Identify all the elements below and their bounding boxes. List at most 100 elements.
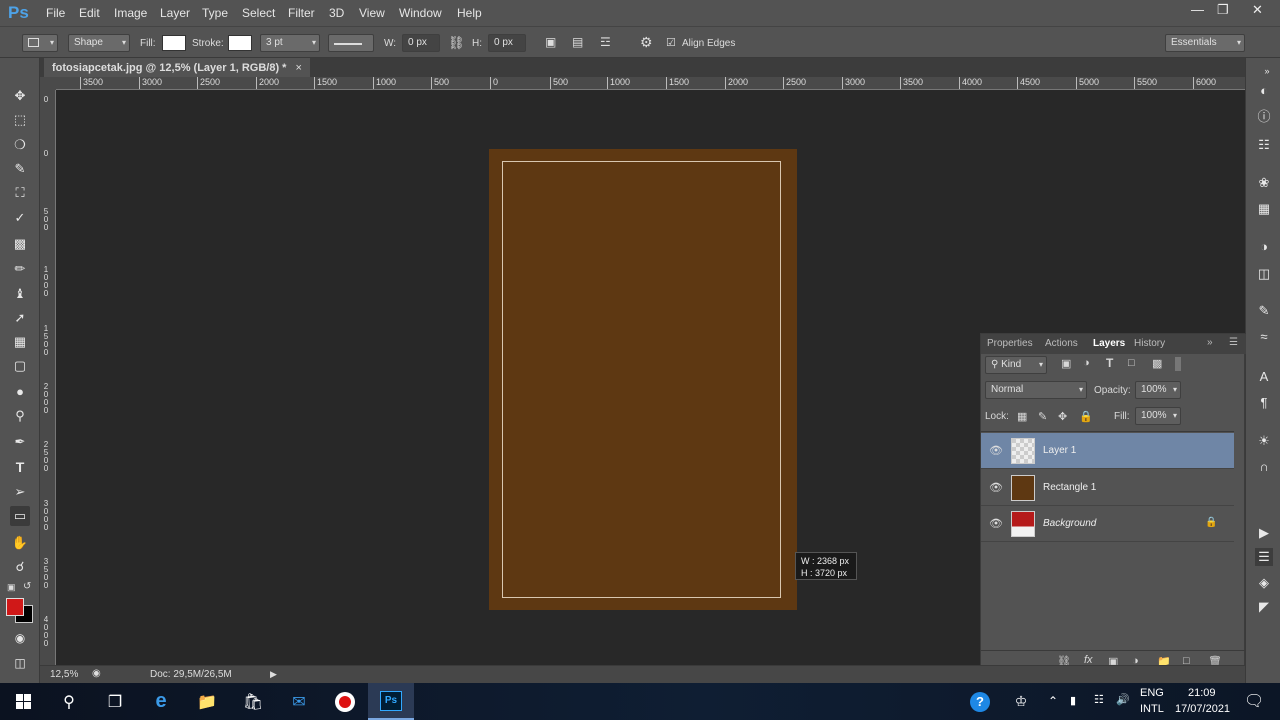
path-arrangement-icon[interactable]: ☲ — [600, 35, 611, 49]
notifications-icon[interactable]: 🗨 — [1244, 691, 1264, 711]
shape-filter-icon[interactable]: □ — [1128, 357, 1135, 369]
rectangle-tool-icon[interactable]: ▭ — [10, 506, 30, 526]
character-panel-icon[interactable]: A — [1255, 368, 1273, 386]
path-operations-icon[interactable]: ▣ — [545, 35, 556, 49]
filter-kind-select[interactable]: ⚲ Kind ▾ — [985, 356, 1047, 374]
stroke-size-select[interactable]: 3 pt ▾ — [260, 34, 320, 52]
lock-transparent-icon[interactable]: ▦ — [1017, 410, 1027, 423]
volume-icon[interactable]: 🔊 — [1116, 693, 1130, 706]
menu-help[interactable]: Help — [457, 6, 482, 20]
tab-properties[interactable]: Properties — [987, 338, 1033, 349]
menu-type[interactable]: Type — [202, 6, 228, 20]
quick-selection-tool-icon[interactable]: ✎ — [10, 159, 30, 179]
stroke-type-select[interactable] — [328, 34, 374, 52]
menu-3d[interactable]: 3D — [329, 6, 344, 20]
panel-menu-icon[interactable]: ☰ — [1229, 337, 1238, 348]
file-explorer-icon[interactable]: 📁 — [184, 683, 230, 720]
zoom-tool-icon[interactable]: ☌ — [10, 557, 30, 577]
timeline-panel-icon[interactable]: ∩ — [1255, 458, 1273, 476]
blur-tool-icon[interactable]: ● — [10, 381, 30, 401]
play-actions-icon[interactable]: ▶ — [1255, 524, 1273, 542]
language-label[interactable]: ENG — [1140, 687, 1164, 699]
fill-input[interactable]: 100% ▾ — [1135, 407, 1181, 425]
swap-colors-icon[interactable]: ↺ — [23, 581, 31, 592]
channels-panel-icon[interactable]: ◈ — [1255, 574, 1273, 592]
lasso-tool-icon[interactable]: ❍ — [10, 135, 30, 155]
clock-date[interactable]: 17/07/2021 — [1175, 703, 1230, 715]
stroke-swatch[interactable] — [228, 35, 252, 51]
clock-time[interactable]: 21:09 — [1188, 687, 1216, 699]
info-panel-icon[interactable]: ⓘ — [1255, 108, 1273, 126]
pen-tool-icon[interactable]: ✒ — [10, 432, 30, 452]
history-brush-tool-icon[interactable]: ➚ — [10, 308, 30, 328]
people-icon[interactable]: ♔ — [1006, 683, 1036, 720]
3d-panel-icon[interactable]: ☀ — [1255, 432, 1273, 450]
brush-panel-icon[interactable]: ≈ — [1255, 328, 1273, 346]
tool-preset-picker[interactable]: ▾ — [22, 34, 58, 52]
lock-image-icon[interactable]: ✎ — [1038, 410, 1047, 423]
menu-file[interactable]: File — [46, 6, 65, 20]
eye-icon[interactable]: 👁 — [989, 444, 1003, 457]
brush-presets-icon[interactable]: ✎ — [1255, 302, 1273, 320]
blend-mode-select[interactable]: Normal ▾ — [985, 381, 1087, 399]
paths-panel-icon[interactable]: ◤ — [1255, 598, 1273, 616]
clone-stamp-tool-icon[interactable]: ♝ — [10, 284, 30, 304]
menu-select[interactable]: Select — [242, 6, 275, 20]
paragraph-panel-icon[interactable]: ¶ — [1255, 394, 1273, 412]
link-icon[interactable]: ⛓ — [448, 35, 465, 51]
mail-icon[interactable]: ✉ — [276, 683, 322, 720]
tab-actions[interactable]: Actions — [1045, 338, 1078, 349]
photoshop-taskbar-icon[interactable]: Ps — [368, 683, 414, 720]
eyedropper-tool-icon[interactable]: ✓ — [10, 208, 30, 228]
crop-tool-icon[interactable]: ⛶ — [10, 183, 30, 203]
menu-edit[interactable]: Edit — [79, 6, 100, 20]
collapse-icon[interactable]: » — [1258, 62, 1276, 80]
type-filter-icon[interactable]: T — [1106, 356, 1113, 370]
eye-icon[interactable]: 👁 — [989, 481, 1003, 494]
keyboard-layout-label[interactable]: INTL — [1140, 703, 1164, 715]
tab-layers[interactable]: Layers — [1093, 338, 1125, 349]
minimize-icon[interactable]: — — [1191, 2, 1204, 17]
menu-image[interactable]: Image — [114, 6, 147, 20]
type-tool-icon[interactable]: T — [10, 457, 30, 477]
layers-panel-icon[interactable]: ☰ — [1255, 548, 1273, 566]
gear-icon[interactable]: ⚙ — [640, 34, 653, 51]
chevron-up-icon[interactable]: ⌃ — [1048, 694, 1058, 708]
shape-mode-select[interactable]: Shape ▾ — [68, 34, 130, 52]
path-selection-tool-icon[interactable]: ➢ — [10, 482, 30, 502]
network-icon[interactable]: ☷ — [1094, 693, 1104, 706]
marquee-tool-icon[interactable]: ⬚ — [10, 110, 30, 130]
search-icon[interactable]: ⚲ — [46, 683, 92, 720]
foreground-color-swatch[interactable] — [6, 598, 24, 616]
eye-icon[interactable]: 👁 — [989, 517, 1003, 530]
help-icon[interactable]: ? — [960, 683, 1000, 720]
lock-all-icon[interactable]: 🔒 — [1079, 410, 1093, 423]
workspace-select[interactable]: Essentials ▾ — [1165, 34, 1245, 52]
fill-swatch[interactable] — [162, 35, 186, 51]
swatches-panel-icon[interactable]: ☷ — [1255, 136, 1273, 154]
quick-mask-icon[interactable]: ◉ — [10, 628, 30, 648]
layer-row-rectangle-1[interactable]: 👁 Rectangle 1 — [981, 470, 1234, 506]
align-edges-checkbox[interactable]: ☑ — [666, 36, 676, 49]
layer-row-layer-1[interactable]: 👁 Layer 1 — [981, 433, 1234, 469]
menu-view[interactable]: View — [359, 6, 385, 20]
edge-browser-icon[interactable]: e — [138, 683, 184, 720]
recorder-icon[interactable] — [322, 683, 368, 720]
lock-position-icon[interactable]: ✥ — [1058, 410, 1067, 423]
tab-history[interactable]: History — [1134, 338, 1165, 349]
height-input[interactable]: 0 px — [488, 34, 526, 52]
layer-row-background[interactable]: 👁 Background 🔒 — [981, 506, 1234, 542]
adjustments-panel-icon[interactable]: ◑ — [1255, 238, 1273, 256]
brush-tool-icon[interactable]: ✏ — [10, 259, 30, 279]
menu-layer[interactable]: Layer — [160, 6, 190, 20]
gradient-tool-icon[interactable]: ▢ — [10, 356, 30, 376]
proof-icon[interactable]: ◉ — [92, 668, 101, 679]
document-tab[interactable]: fotosiapcetak.jpg @ 12,5% (Layer 1, RGB/… — [44, 58, 310, 78]
filter-toggle[interactable] — [1175, 357, 1181, 371]
color-panel-icon[interactable]: ◐ — [1255, 82, 1273, 100]
hand-tool-icon[interactable]: ✋ — [10, 533, 30, 553]
grid-panel-icon[interactable]: ▦ — [1255, 200, 1273, 218]
masks-panel-icon[interactable]: ◫ — [1255, 265, 1273, 283]
zoom-level[interactable]: 12,5% — [50, 669, 78, 680]
path-alignment-icon[interactable]: ▤ — [572, 35, 583, 49]
